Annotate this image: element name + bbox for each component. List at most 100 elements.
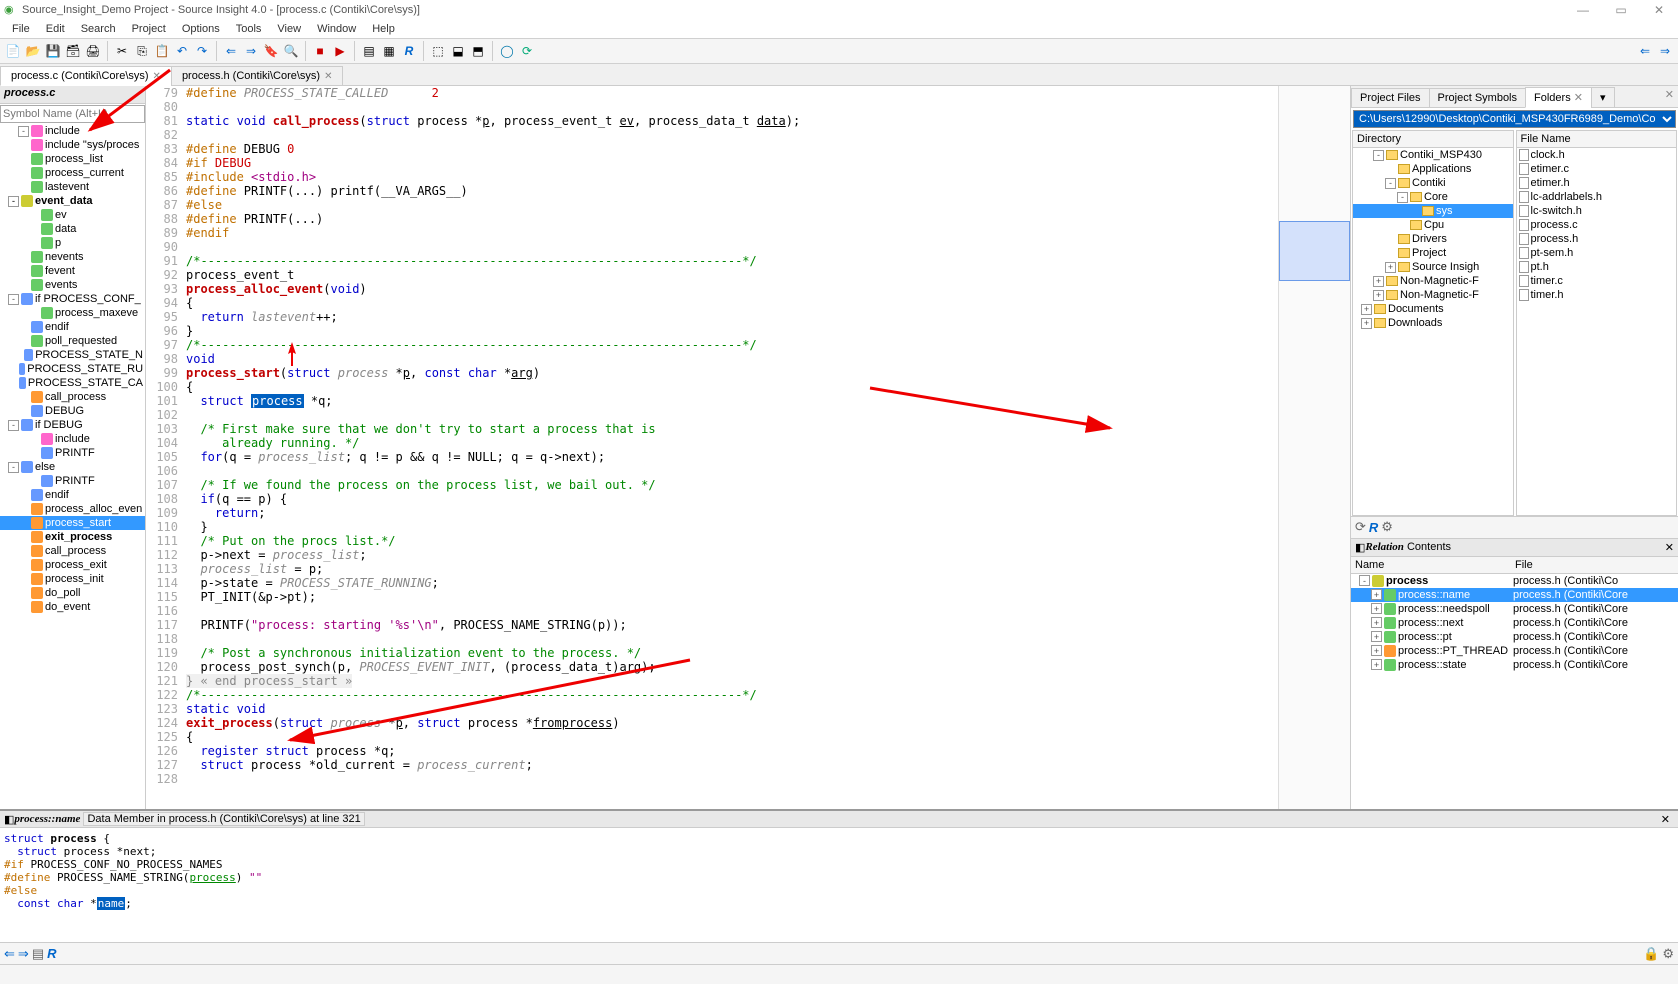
right-tab-dropdown[interactable]: ▾ <box>1591 87 1615 108</box>
nav-back-icon[interactable]: ⇐ <box>1636 42 1654 60</box>
relation-r-icon[interactable]: R <box>1369 520 1378 535</box>
symbol-row[interactable]: endif <box>0 320 145 334</box>
paste-icon[interactable]: 📋 <box>153 42 171 60</box>
undo-icon[interactable]: ↶ <box>173 42 191 60</box>
relation-row[interactable]: -processprocess.h (Contiki\Co <box>1351 574 1678 588</box>
dir-row[interactable]: Drivers <box>1353 232 1513 246</box>
file-row[interactable]: process.h <box>1517 232 1677 246</box>
circle-icon[interactable]: ◯ <box>498 42 516 60</box>
panel2-icon[interactable]: ▦ <box>380 42 398 60</box>
dir-row[interactable]: +Source Insigh <box>1353 260 1513 274</box>
build-icon[interactable]: ■ <box>311 42 329 60</box>
tab-close-icon[interactable]: ✕ <box>153 71 161 82</box>
menu-edit[interactable]: Edit <box>38 23 73 35</box>
nav-fwd-icon[interactable]: ⇒ <box>1656 42 1674 60</box>
symbol-row[interactable]: exit_process <box>0 530 145 544</box>
ctx-tb1-icon[interactable]: ▤ <box>32 946 44 962</box>
new-icon[interactable]: 📄 <box>4 42 22 60</box>
symbol-row[interactable]: PROCESS_STATE_CA <box>0 376 145 390</box>
layout2-icon[interactable]: ⬓ <box>449 42 467 60</box>
symbol-row[interactable]: lastevent <box>0 180 145 194</box>
symbol-row[interactable]: process_alloc_even <box>0 502 145 516</box>
dir-row[interactable]: +Non-Magnetic-F <box>1353 274 1513 288</box>
symbol-row[interactable]: data <box>0 222 145 236</box>
symbol-row[interactable]: do_poll <box>0 586 145 600</box>
close-button[interactable]: ✕ <box>1644 2 1674 18</box>
menu-options[interactable]: Options <box>174 23 228 35</box>
maximize-button[interactable]: ▭ <box>1606 2 1636 18</box>
directory-pane[interactable]: Directory -Contiki_MSP430Applications-Co… <box>1352 130 1514 516</box>
right-close-icon[interactable]: ✕ <box>1665 88 1674 101</box>
ctx-lock-icon[interactable]: 🔒 <box>1643 946 1659 962</box>
save-icon[interactable]: 💾 <box>44 42 62 60</box>
symbol-row[interactable]: poll_requested <box>0 334 145 348</box>
file-row[interactable]: process.c <box>1517 218 1677 232</box>
menu-file[interactable]: File <box>4 23 38 35</box>
symbol-row[interactable]: p <box>0 236 145 250</box>
symbol-row[interactable]: process_current <box>0 166 145 180</box>
refresh-folder-icon[interactable]: ⟳ <box>1355 519 1366 535</box>
menu-search[interactable]: Search <box>73 23 124 35</box>
menu-window[interactable]: Window <box>309 23 364 35</box>
saveall-icon[interactable]: 🗃 <box>64 42 82 60</box>
symbol-row[interactable]: DEBUG <box>0 404 145 418</box>
file-row[interactable]: etimer.h <box>1517 176 1677 190</box>
relation-close-icon[interactable]: ✕ <box>1665 541 1674 554</box>
ctx-r-icon[interactable]: R <box>47 946 56 961</box>
open-icon[interactable]: 📂 <box>24 42 42 60</box>
symbol-row[interactable]: -event_data <box>0 194 145 208</box>
dir-row[interactable]: Applications <box>1353 162 1513 176</box>
symbol-row[interactable]: do_event <box>0 600 145 614</box>
symbol-row[interactable]: include "sys/proces <box>0 138 145 152</box>
back-icon[interactable]: ⇐ <box>222 42 240 60</box>
dir-row[interactable]: Project <box>1353 246 1513 260</box>
symbol-search-input[interactable] <box>0 105 145 123</box>
dir-row[interactable]: -Contiki <box>1353 176 1513 190</box>
dir-row[interactable]: +Documents <box>1353 302 1513 316</box>
minimize-button[interactable]: — <box>1568 2 1598 18</box>
symbol-row[interactable]: process_init <box>0 572 145 586</box>
right-tab[interactable]: Project Files <box>1351 88 1430 108</box>
dir-row[interactable]: +Downloads <box>1353 316 1513 330</box>
dir-row[interactable]: Cpu <box>1353 218 1513 232</box>
file-tab[interactable]: process.h (Contiki\Core\sys)✕ <box>171 66 344 86</box>
relation-row[interactable]: +process::needspollprocess.h (Contiki\Co… <box>1351 602 1678 616</box>
symbol-row[interactable]: process_maxeve <box>0 306 145 320</box>
file-row[interactable]: timer.h <box>1517 288 1677 302</box>
file-row[interactable]: etimer.c <box>1517 162 1677 176</box>
right-tab[interactable]: Folders ✕ <box>1525 87 1592 108</box>
symbol-row[interactable]: -else <box>0 460 145 474</box>
dir-row[interactable]: -Contiki_MSP430 <box>1353 148 1513 162</box>
fwd-icon[interactable]: ⇒ <box>242 42 260 60</box>
symbol-row[interactable]: ev <box>0 208 145 222</box>
bookmark-icon[interactable]: 🔖 <box>262 42 280 60</box>
symbol-row[interactable]: include <box>0 432 145 446</box>
path-select[interactable]: C:\Users\12990\Desktop\Contiki_MSP430FR6… <box>1353 110 1676 128</box>
file-row[interactable]: timer.c <box>1517 274 1677 288</box>
relation-row[interactable]: +process::nextprocess.h (Contiki\Core <box>1351 616 1678 630</box>
symbol-row[interactable]: -include <box>0 124 145 138</box>
cut-icon[interactable]: ✂ <box>113 42 131 60</box>
menu-help[interactable]: Help <box>364 23 403 35</box>
dir-row[interactable]: sys <box>1353 204 1513 218</box>
context-code[interactable]: struct process { struct process *next; #… <box>0 828 1678 942</box>
menu-project[interactable]: Project <box>124 23 174 35</box>
symbol-row[interactable]: nevents <box>0 250 145 264</box>
relation-row[interactable]: +process::nameprocess.h (Contiki\Core <box>1351 588 1678 602</box>
symbol-row[interactable]: PROCESS_STATE_N <box>0 348 145 362</box>
file-row[interactable]: pt-sem.h <box>1517 246 1677 260</box>
layout3-icon[interactable]: ⬒ <box>469 42 487 60</box>
file-row[interactable]: lc-switch.h <box>1517 204 1677 218</box>
symbol-row[interactable]: PRINTF <box>0 446 145 460</box>
dir-row[interactable]: -Core <box>1353 190 1513 204</box>
ctx-back-icon[interactable]: ⇐ <box>4 946 15 962</box>
file-tab[interactable]: process.c (Contiki\Core\sys)✕ <box>0 66 172 86</box>
symbol-row[interactable]: process_list <box>0 152 145 166</box>
file-row[interactable]: pt.h <box>1517 260 1677 274</box>
ctx-gear-icon[interactable]: ⚙ <box>1662 946 1674 962</box>
file-pane[interactable]: File Name clock.hetimer.cetimer.hlc-addr… <box>1516 130 1678 516</box>
symbol-row[interactable]: process_start <box>0 516 145 530</box>
dir-row[interactable]: +Non-Magnetic-F <box>1353 288 1513 302</box>
menu-tools[interactable]: Tools <box>228 23 270 35</box>
minimap-viewport[interactable] <box>1279 221 1350 281</box>
